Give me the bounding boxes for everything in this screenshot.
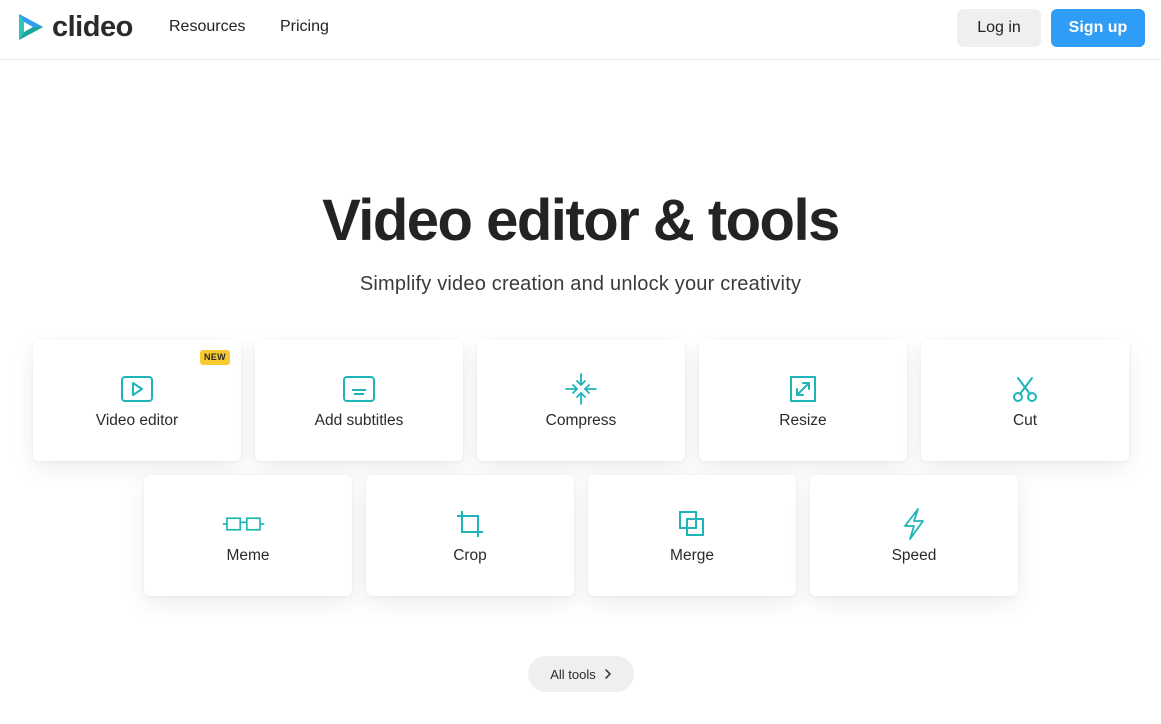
tool-card-video-editor[interactable]: NEW Video editor — [33, 340, 241, 461]
chevron-right-icon — [604, 668, 612, 680]
page-title: Video editor & tools — [322, 188, 840, 253]
crop-icon — [453, 509, 487, 539]
play-video-icon — [120, 374, 154, 404]
resize-icon — [786, 374, 820, 404]
tool-card-meme[interactable]: Meme — [144, 475, 352, 596]
tool-card-crop[interactable]: Crop — [366, 475, 574, 596]
tool-card-add-subtitles[interactable]: Add subtitles — [255, 340, 463, 461]
tool-card-resize[interactable]: Resize — [699, 340, 907, 461]
nav-resources[interactable]: Resources — [169, 18, 245, 36]
logo[interactable]: clideo — [16, 11, 133, 43]
login-button[interactable]: Log in — [957, 9, 1041, 47]
scissors-icon — [1008, 374, 1042, 404]
tool-label: Resize — [779, 412, 827, 429]
tool-card-compress[interactable]: Compress — [477, 340, 685, 461]
tool-label: Crop — [453, 547, 487, 564]
top-header: clideo Resources Pricing Log in Sign up — [0, 0, 1161, 60]
compress-icon — [564, 373, 598, 405]
page-subtitle: Simplify video creation and unlock your … — [359, 273, 802, 295]
new-badge: NEW — [200, 350, 230, 365]
logo-play-icon — [19, 14, 43, 40]
tool-card-cut[interactable]: Cut — [921, 340, 1129, 461]
glasses-icon — [222, 509, 265, 539]
signup-button[interactable]: Sign up — [1051, 9, 1145, 47]
all-tools-label: All tools — [550, 666, 596, 682]
tool-card-merge[interactable]: Merge — [588, 475, 796, 596]
nav-pricing[interactable]: Pricing — [280, 18, 329, 36]
subtitles-icon — [342, 374, 376, 404]
tool-label: Meme — [226, 547, 270, 564]
tool-label: Merge — [670, 547, 714, 564]
tool-label: Speed — [891, 547, 937, 564]
logo-text: clideo — [52, 10, 133, 43]
lightning-icon — [897, 508, 931, 540]
tool-label: Add subtitles — [314, 412, 404, 429]
tool-label: Cut — [1012, 412, 1038, 429]
tool-label: Video editor — [95, 412, 179, 429]
merge-icon — [675, 509, 709, 539]
tool-card-speed[interactable]: Speed — [810, 475, 1018, 596]
all-tools-button[interactable]: All tools — [528, 656, 634, 692]
tool-label: Compress — [545, 412, 617, 429]
